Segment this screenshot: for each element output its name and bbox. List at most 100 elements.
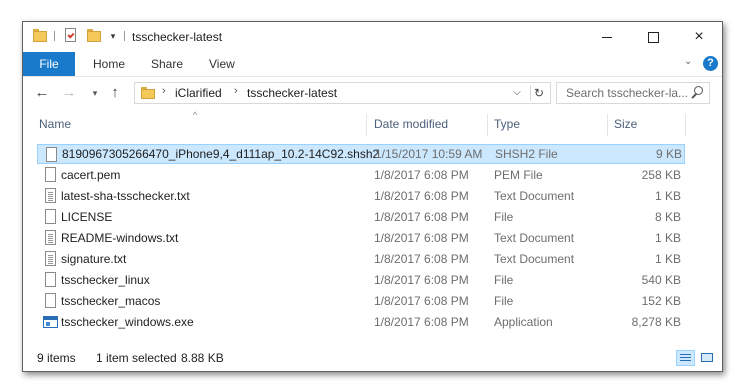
expand-ribbon-chevron-icon[interactable]: ⌄ (684, 56, 694, 67)
file-icon (45, 272, 56, 287)
file-row[interactable]: signature.txt 1/8/2017 6:08 PM Text Docu… (37, 249, 685, 269)
file-row[interactable]: 8190967305266470_iPhone9,4_d111ap_10.2-1… (37, 144, 685, 164)
column-divider[interactable] (366, 114, 367, 136)
breadcrumb-iclarified[interactable]: iClarified (175, 86, 222, 100)
file-icon (45, 293, 56, 308)
column-header-date-modified[interactable]: Date modified (374, 110, 488, 138)
divider (124, 31, 125, 41)
title-bar: ▾ tsschecker-latest × (23, 22, 722, 52)
up-arrow-icon[interactable]: ↑ (106, 84, 124, 102)
file-type: Application (494, 315, 553, 329)
file-date-modified: 1/8/2017 6:08 PM (374, 252, 469, 266)
file-row[interactable]: cacert.pem 1/8/2017 6:08 PM PEM File 258… (37, 165, 685, 185)
file-type: File (494, 294, 514, 308)
column-divider[interactable] (487, 114, 488, 136)
file-date-modified: 1/8/2017 6:08 PM (374, 210, 469, 224)
breadcrumb-separator-icon[interactable]: › (234, 85, 238, 97)
column-divider[interactable] (607, 114, 608, 136)
minimize-button[interactable] (584, 22, 630, 52)
file-icon (45, 167, 56, 182)
folder-icon (33, 29, 47, 42)
file-explorer-window: ▾ tsschecker-latest × File Home Share Vi… (22, 21, 723, 372)
text-file-icon (45, 230, 56, 245)
details-view-icon[interactable] (676, 350, 695, 366)
file-row[interactable]: LICENSE 1/8/2017 6:08 PM File 8 KB (37, 207, 685, 227)
search-icon[interactable] (690, 86, 704, 100)
folder-icon (141, 87, 155, 99)
file-type: Text Document (494, 252, 575, 266)
file-list: 8190967305266470_iPhone9,4_d111ap_10.2-1… (23, 142, 722, 342)
file-icon (46, 147, 57, 162)
ribbon-tabs: File Home Share View ⌄ ? (23, 52, 722, 77)
file-row[interactable]: tsschecker_windows.exe 1/8/2017 6:08 PM … (37, 312, 685, 332)
window-title: tsschecker-latest (132, 30, 223, 44)
help-icon[interactable]: ? (703, 56, 718, 71)
column-header-type[interactable]: Type (494, 110, 604, 138)
file-row[interactable]: tsschecker_linux 1/8/2017 6:08 PM File 5… (37, 270, 685, 290)
file-name: README-windows.txt (61, 231, 179, 245)
file-name: 8190967305266470_iPhone9,4_d111ap_10.2-1… (62, 147, 380, 161)
file-date-modified: 1/8/2017 6:08 PM (374, 294, 469, 308)
file-size: 152 KB (641, 294, 681, 308)
file-type: SHSH2 File (495, 147, 558, 161)
column-header-name[interactable]: Name (39, 110, 369, 138)
file-date-modified: 1/8/2017 6:08 PM (374, 189, 469, 203)
file-size: 1 KB (654, 252, 681, 266)
tab-view[interactable]: View (209, 52, 235, 76)
breadcrumb-separator-icon[interactable]: › (162, 85, 166, 97)
file-date-modified: 1/8/2017 6:08 PM (374, 315, 469, 329)
refresh-icon[interactable]: ↻ (530, 85, 547, 101)
file-row[interactable]: README-windows.txt 1/8/2017 6:08 PM Text… (37, 228, 685, 248)
status-bar: 9 items 1 item selected 8.88 KB (23, 345, 722, 371)
address-history-dropdown-icon[interactable]: ⌵ (509, 85, 525, 101)
file-size: 1 KB (654, 189, 681, 203)
text-file-icon (45, 251, 56, 266)
selection-size: 8.88 KB (181, 351, 224, 365)
quick-access-dropdown-icon[interactable]: ▾ (109, 32, 117, 41)
tab-file[interactable]: File (23, 52, 75, 76)
file-size: 9 KB (655, 147, 682, 161)
maximize-icon (648, 32, 659, 43)
column-headers: ^ Name Date modified Type Size (23, 110, 722, 138)
file-name: tsschecker_macos (61, 294, 161, 308)
file-type: File (494, 210, 514, 224)
column-divider[interactable] (685, 114, 686, 136)
search-box[interactable] (556, 82, 710, 104)
item-count: 9 items (37, 351, 76, 365)
file-type: PEM File (494, 168, 543, 182)
properties-icon[interactable] (65, 28, 76, 42)
file-name: latest-sha-tsschecker.txt (61, 189, 190, 203)
close-button[interactable]: × (676, 22, 722, 52)
maximize-button[interactable] (630, 22, 676, 52)
tab-home[interactable]: Home (93, 52, 125, 76)
file-icon (45, 209, 56, 224)
file-date-modified: 1/8/2017 6:08 PM (374, 168, 469, 182)
file-size: 8,278 KB (631, 315, 681, 329)
new-folder-icon[interactable] (87, 29, 101, 42)
forward-arrow-icon[interactable]: → (60, 84, 78, 102)
file-date-modified: 1/8/2017 6:08 PM (374, 273, 469, 287)
large-icons-view-icon[interactable] (699, 350, 715, 366)
breadcrumb-tsschecker-latest[interactable]: tsschecker-latest (247, 86, 337, 100)
tab-share[interactable]: Share (151, 52, 183, 76)
search-input[interactable] (557, 83, 694, 103)
file-name: tsschecker_linux (61, 273, 150, 287)
navigation-bar: ← → ▾ ↑ › iClarified › tsschecker-latest… (23, 77, 722, 109)
file-name: tsschecker_windows.exe (61, 315, 194, 329)
file-size: 258 KB (641, 168, 681, 182)
minimize-icon (602, 37, 612, 38)
file-type: Text Document (494, 231, 575, 245)
application-icon (43, 316, 58, 328)
file-row[interactable]: latest-sha-tsschecker.txt 1/8/2017 6:08 … (37, 186, 685, 206)
file-name: signature.txt (61, 252, 127, 266)
file-date-modified: 1/15/2017 10:59 AM (375, 147, 483, 161)
file-name: LICENSE (61, 210, 113, 224)
back-arrow-icon[interactable]: ← (33, 84, 51, 102)
file-row[interactable]: tsschecker_macos 1/8/2017 6:08 PM File 1… (37, 291, 685, 311)
column-header-size[interactable]: Size (614, 110, 694, 138)
recent-locations-chevron-icon[interactable]: ▾ (86, 84, 104, 102)
address-bar[interactable]: › iClarified › tsschecker-latest ⌵ ↻ (134, 82, 551, 104)
text-file-icon (45, 188, 56, 203)
selection-count: 1 item selected (96, 351, 177, 365)
file-type: File (494, 273, 514, 287)
